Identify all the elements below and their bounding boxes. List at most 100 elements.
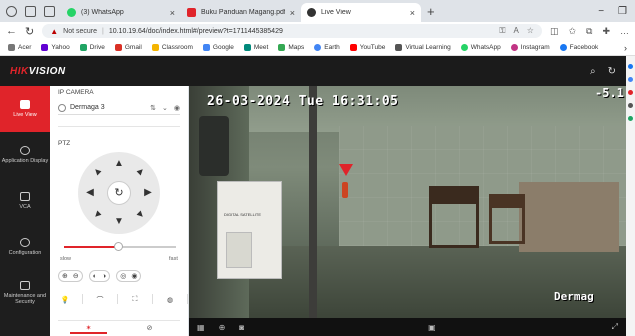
close-icon[interactable]: × bbox=[290, 8, 295, 18]
tab-actions-icon[interactable] bbox=[44, 6, 55, 17]
arrow-right-icon[interactable]: ▶ bbox=[142, 187, 154, 199]
application-icon bbox=[20, 145, 30, 155]
video-toolbar: ▦ ⊕ ◙ ▣ ⤢ bbox=[189, 318, 626, 336]
zoom-in-icon[interactable]: ⊕ bbox=[62, 272, 68, 280]
bookmark-google[interactable]: Google bbox=[202, 44, 234, 51]
bookmark-drive[interactable]: Drive bbox=[79, 44, 105, 51]
bookmark-favicon-icon bbox=[8, 44, 15, 51]
maximize-icon[interactable]: ❐ bbox=[618, 6, 627, 17]
more-icon[interactable]: … bbox=[620, 26, 629, 37]
wiper-icon[interactable]: ⌒ bbox=[93, 294, 107, 306]
warning-icon: ▲ bbox=[50, 26, 59, 36]
nav-maintenance-security[interactable]: Maintenance and Security bbox=[0, 270, 50, 316]
close-icon[interactable]: × bbox=[410, 8, 415, 18]
bookmark-favicon-icon bbox=[202, 44, 210, 51]
collections-icon[interactable]: ⧉ bbox=[586, 26, 592, 37]
osd-right-text: -5.1 bbox=[595, 86, 624, 100]
arrow-left-icon[interactable]: ◀ bbox=[84, 187, 96, 199]
back-icon[interactable]: ← bbox=[6, 25, 17, 37]
osd-camera-name: Dermag bbox=[554, 290, 594, 303]
nav-label: Application Display bbox=[1, 157, 49, 164]
expand-icon[interactable]: ⤢ bbox=[612, 322, 618, 332]
bookmark-yahoo[interactable]: Yahoo bbox=[41, 44, 70, 51]
workspaces-icon[interactable] bbox=[25, 6, 36, 17]
arrow-down-right-icon[interactable]: ▲ bbox=[132, 206, 149, 223]
close-icon[interactable]: × bbox=[170, 8, 175, 18]
vca-grid-icon bbox=[20, 191, 30, 201]
nav-configuration[interactable]: Configuration bbox=[0, 224, 50, 270]
arrow-down-icon[interactable]: ▼ bbox=[113, 216, 125, 228]
search-icon[interactable]: ⌕ bbox=[590, 66, 596, 77]
bookmark-classroom[interactable]: Classroom bbox=[151, 44, 193, 51]
arrow-down-left-icon[interactable]: ▲ bbox=[90, 206, 107, 223]
iris-close-icon[interactable]: ◉ bbox=[131, 272, 137, 280]
minimize-icon[interactable]: − bbox=[598, 6, 604, 17]
read-aloud-icon[interactable]: A bbox=[513, 26, 518, 36]
split-screen-icon[interactable]: ◫ bbox=[550, 26, 559, 37]
digital-zoom-icon[interactable]: ⊕ bbox=[219, 323, 226, 332]
sidebar-icon[interactable] bbox=[628, 90, 633, 95]
sidebar-icon[interactable] bbox=[628, 77, 633, 82]
bookmark-acer[interactable]: Acer bbox=[8, 44, 31, 51]
window-layout-icon[interactable]: ▦ bbox=[197, 323, 205, 332]
record-icon[interactable]: ◉ bbox=[174, 104, 180, 112]
bookmark-earth[interactable]: Earth bbox=[314, 44, 340, 51]
stream-switch-icon[interactable]: ⇅ bbox=[150, 104, 156, 112]
key-icon[interactable]: ⚿ bbox=[499, 26, 505, 36]
focus-assist-icon[interactable]: ⛶ bbox=[128, 294, 142, 306]
init-lens-icon[interactable]: ◍ bbox=[163, 294, 177, 306]
bookmark-maps[interactable]: Maps bbox=[278, 44, 304, 51]
sidebar-icon[interactable] bbox=[628, 64, 633, 69]
bookmarks-bar: Acer Yahoo Drive Gmail Classroom Google … bbox=[0, 40, 635, 56]
bookmark-whatsapp[interactable]: WhatsApp bbox=[460, 44, 501, 51]
bookmark-virtual-learning[interactable]: Virtual Learning bbox=[395, 44, 451, 51]
arrow-up-right-icon[interactable]: ▲ bbox=[132, 164, 149, 181]
full-screen-icon[interactable]: ▣ bbox=[428, 323, 436, 332]
bookmark-meet[interactable]: Meet bbox=[243, 44, 268, 51]
chevron-down-icon[interactable]: ⌄ bbox=[162, 104, 168, 112]
browser-tab-whatsapp[interactable]: (3) WhatsApp × bbox=[61, 3, 181, 22]
fast-label: fast bbox=[169, 256, 178, 262]
arrow-up-icon[interactable]: ▲ bbox=[113, 158, 125, 170]
iris-open-icon[interactable]: ◎ bbox=[120, 272, 126, 280]
app-header: HIKVISION ⌕ ↻ bbox=[0, 56, 626, 86]
bookmark-gmail[interactable]: Gmail bbox=[114, 44, 142, 51]
nav-application-display[interactable]: Application Display bbox=[0, 132, 50, 178]
chevron-right-icon[interactable]: › bbox=[624, 43, 627, 53]
auto-rotate-icon[interactable]: ↻ bbox=[107, 181, 131, 205]
bookmark-instagram[interactable]: Instagram bbox=[510, 44, 550, 51]
whatsapp-icon bbox=[67, 8, 76, 17]
extensions-icon[interactable]: ✚ bbox=[602, 26, 610, 37]
new-tab-icon[interactable]: + bbox=[421, 4, 441, 22]
zoom-out-icon[interactable]: ⊖ bbox=[73, 272, 79, 280]
slider-knob[interactable] bbox=[113, 242, 123, 251]
live-video[interactable]: DIGITAL SATELLITE 26-03-2024 Tue 16:31:0… bbox=[189, 86, 626, 318]
nav-live-view[interactable]: Live View bbox=[0, 86, 50, 132]
sidebar-icon[interactable] bbox=[628, 103, 633, 108]
favorites-icon[interactable]: ✩ bbox=[568, 26, 576, 37]
favorite-star-icon[interactable]: ☆ bbox=[527, 26, 534, 36]
focus-far-icon[interactable]: ◑ bbox=[102, 273, 106, 280]
browser-tab-live-view[interactable]: Live View × bbox=[301, 3, 421, 22]
browser-tab-pdf[interactable]: Buku Panduan Magang.pdf × bbox=[181, 3, 301, 22]
tab-settings[interactable]: ⊘ bbox=[119, 321, 180, 334]
tab-ptz[interactable]: ✶ bbox=[58, 321, 119, 334]
ptz-speed-slider[interactable] bbox=[64, 242, 176, 251]
bookmark-favicon-icon bbox=[114, 44, 122, 51]
focus-near-icon[interactable]: ◐ bbox=[93, 273, 97, 280]
capture-icon[interactable]: ◙ bbox=[239, 323, 244, 332]
bookmark-youtube[interactable]: YouTube bbox=[349, 44, 385, 51]
refresh-icon[interactable]: ↻ bbox=[608, 66, 616, 77]
arrow-up-left-icon[interactable]: ▲ bbox=[90, 164, 107, 181]
profile-icon[interactable] bbox=[6, 6, 17, 17]
camera-selector[interactable]: Dermaga 3 ⇅ ⌄ ◉ bbox=[58, 101, 180, 115]
divider bbox=[117, 294, 118, 304]
sidebar-icon[interactable] bbox=[628, 116, 633, 121]
window-controls: − ❐ bbox=[590, 6, 635, 22]
light-icon[interactable]: 💡 bbox=[58, 294, 72, 306]
address-bar[interactable]: ▲ Not secure | 10.10.19.64/doc/index.htm… bbox=[42, 24, 542, 38]
reload-icon[interactable]: ↻ bbox=[25, 25, 34, 38]
zoom-pair: ⊕ ⊖ bbox=[58, 270, 83, 282]
nav-vca[interactable]: VCA bbox=[0, 178, 50, 224]
bookmark-facebook[interactable]: Facebook bbox=[559, 44, 598, 51]
